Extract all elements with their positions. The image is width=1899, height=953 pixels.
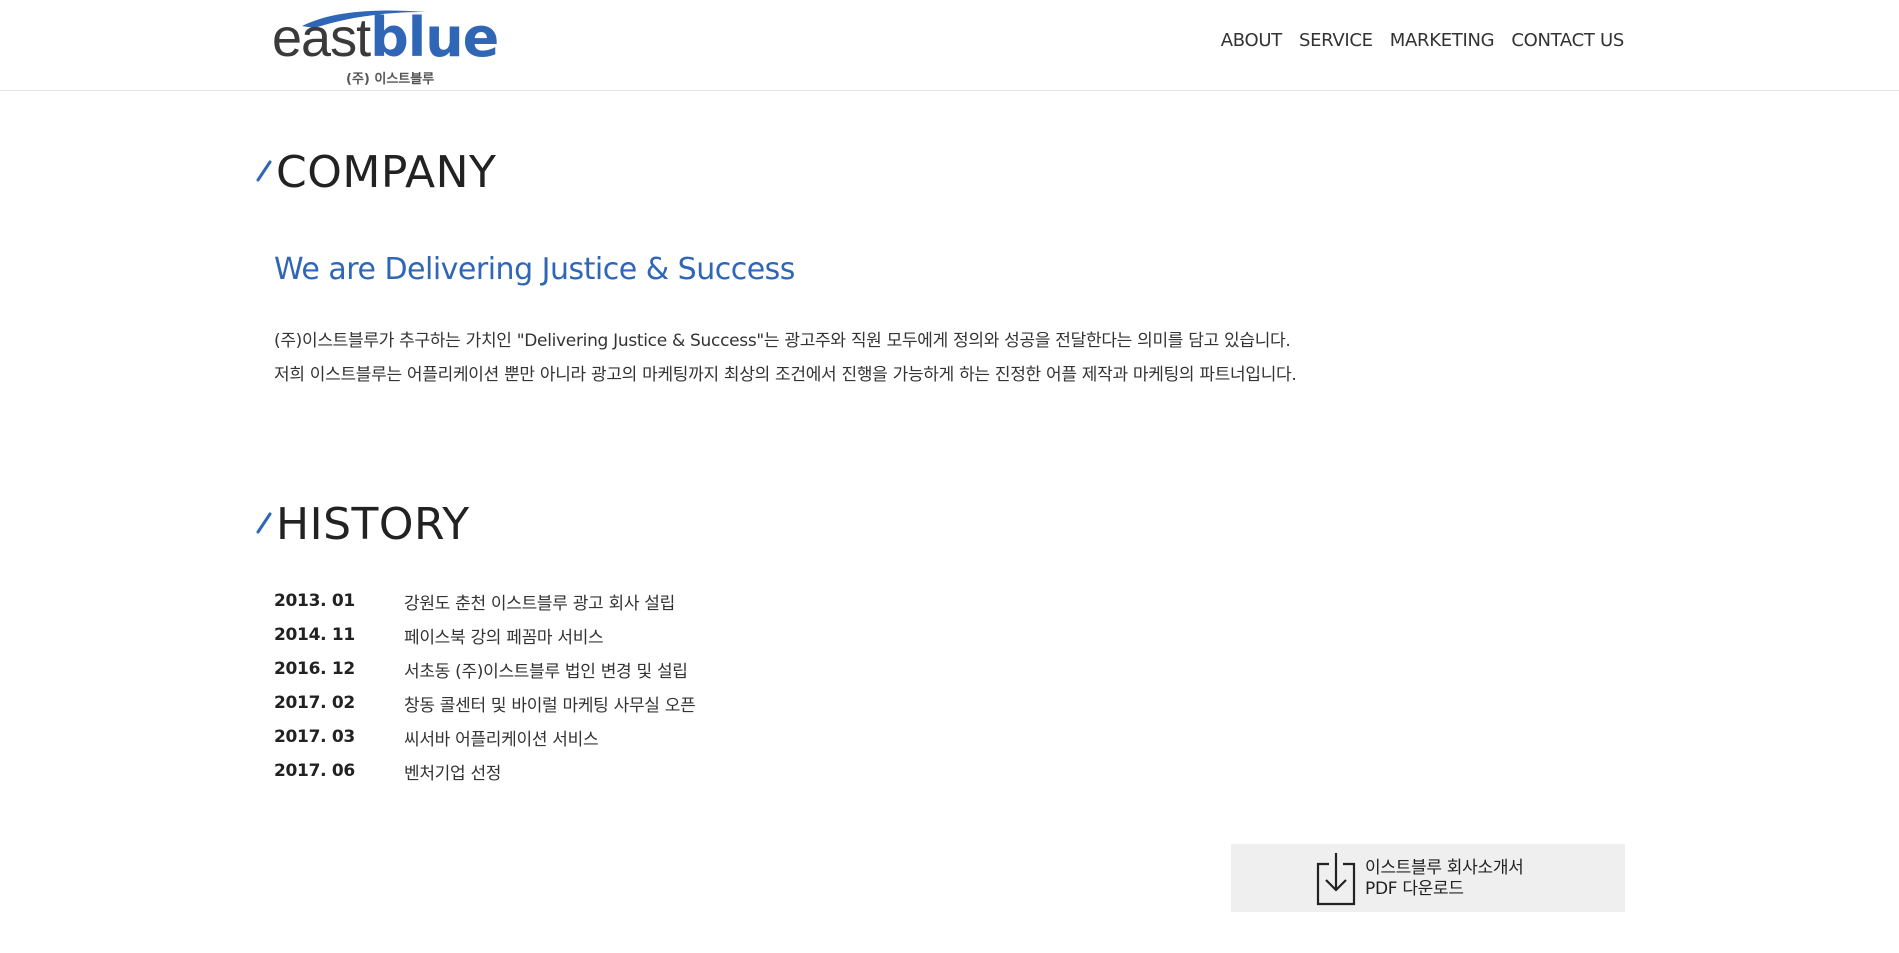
history-date: 2013. 01: [274, 591, 355, 611]
company-paragraph-1: (주)이스트블루가 추구하는 가치인 "Delivering Justice &…: [274, 331, 1291, 351]
slash-accent-icon: [256, 512, 272, 534]
company-section-title: COMPANY: [256, 148, 496, 198]
site-header: eastblue (주) 이스트블루 ABOUT SERVICE MARKETI…: [0, 0, 1899, 91]
download-icon: [1316, 853, 1356, 906]
company-heading: COMPANY: [276, 147, 497, 198]
company-tagline: We are Delivering Justice & Success: [274, 252, 795, 287]
download-label: 이스트블루 회사소개서 PDF 다운로드: [1365, 858, 1524, 900]
logo-east: east: [272, 8, 371, 68]
nav-service[interactable]: SERVICE: [1299, 30, 1373, 51]
logo-blue: blue: [370, 6, 499, 69]
history-text: 벤처기업 선정: [404, 763, 502, 784]
slash-accent-icon: [256, 160, 272, 182]
history-date: 2017. 06: [274, 761, 355, 781]
history-text: 강원도 춘천 이스트블루 광고 회사 설립: [404, 593, 675, 614]
download-label-line-1: 이스트블루 회사소개서: [1365, 858, 1524, 878]
history-date: 2014. 11: [274, 625, 355, 645]
history-item: 2013. 01 강원도 춘천 이스트블루 광고 회사 설립: [274, 584, 695, 618]
main-nav: ABOUT SERVICE MARKETING CONTACT US: [1221, 30, 1625, 51]
nav-contact-us[interactable]: CONTACT US: [1511, 30, 1624, 51]
company-description: (주)이스트블루가 추구하는 가치인 "Delivering Justice &…: [274, 324, 1297, 392]
history-date: 2016. 12: [274, 659, 355, 679]
logo-link[interactable]: eastblue (주) 이스트블루: [272, 6, 508, 88]
history-item: 2017. 03 씨서바 어플리케이션 서비스: [274, 720, 695, 754]
history-section-title: HISTORY: [256, 500, 470, 550]
history-date: 2017. 03: [274, 727, 355, 747]
pdf-download-button[interactable]: 이스트블루 회사소개서 PDF 다운로드: [1231, 844, 1625, 912]
history-item: 2017. 06 벤처기업 선정: [274, 754, 695, 788]
logo-wordmark: eastblue: [272, 6, 499, 69]
nav-about[interactable]: ABOUT: [1221, 30, 1282, 51]
history-item: 2016. 12 서초동 (주)이스트블루 법인 변경 및 설립: [274, 652, 695, 686]
history-text: 창동 콜센터 및 바이럴 마케팅 사무실 오픈: [404, 695, 696, 716]
download-label-line-2: PDF 다운로드: [1365, 879, 1464, 899]
logo-subtitle: (주) 이스트블루: [346, 72, 435, 87]
history-list: 2013. 01 강원도 춘천 이스트블루 광고 회사 설립 2014. 11 …: [274, 584, 696, 788]
history-item: 2017. 02 창동 콜센터 및 바이럴 마케팅 사무실 오픈: [274, 686, 696, 720]
history-text: 서초동 (주)이스트블루 법인 변경 및 설립: [404, 661, 688, 682]
page: eastblue (주) 이스트블루 ABOUT SERVICE MARKETI…: [0, 0, 1899, 953]
history-date: 2017. 02: [274, 693, 355, 713]
history-text: 씨서바 어플리케이션 서비스: [404, 729, 599, 750]
company-paragraph-2: 저희 이스트블루는 어플리케이션 뿐만 아니라 광고의 마케팅까지 최상의 조건…: [274, 365, 1297, 385]
history-heading: HISTORY: [276, 499, 470, 550]
history-item: 2014. 11 페이스북 강의 페꼼마 서비스: [274, 618, 695, 652]
nav-marketing[interactable]: MARKETING: [1390, 30, 1495, 51]
history-text: 페이스북 강의 페꼼마 서비스: [404, 627, 604, 648]
